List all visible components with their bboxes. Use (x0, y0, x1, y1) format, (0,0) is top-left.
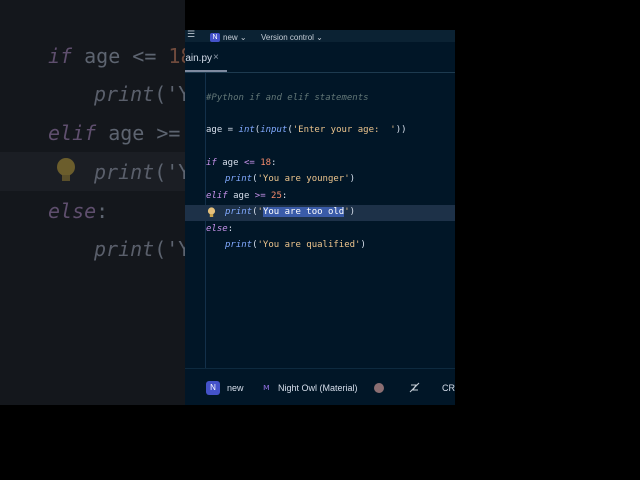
code-line-if: if age <= 18: (206, 158, 277, 168)
status-theme-name[interactable]: Night Owl (Material) (278, 383, 358, 393)
tab-main-py[interactable]: main.py × (185, 50, 227, 72)
code-line-print-too-old: print('You are too old') (225, 207, 356, 217)
lightbulb-icon[interactable] (207, 207, 216, 219)
editor-tab-bar: main.py × (185, 42, 455, 73)
ai-assistant-off-icon[interactable] (409, 382, 420, 393)
tab-label: main.py (185, 53, 213, 64)
code-editor[interactable]: #Python if and elif statements age = int… (185, 73, 455, 368)
title-bar: ☰ N new ⌄ Version control ⌄ (185, 30, 455, 42)
selected-text: You are too old (262, 207, 345, 217)
hamburger-icon[interactable]: ☰ (187, 31, 196, 40)
code-line-elif: elif age >= 25: (206, 191, 288, 201)
status-project-name[interactable]: new (227, 383, 244, 393)
background-line: if age <= 18 (48, 44, 185, 68)
code-line-input: age = int(input('Enter your age: ')) (206, 125, 407, 135)
code-line-print-younger: print('You are younger') (225, 174, 356, 184)
code-line-comment: #Python if and elif statements (206, 93, 369, 103)
status-project-badge[interactable]: N (206, 381, 220, 395)
background-bottom (0, 405, 185, 480)
version-control-menu[interactable]: Version control ⌄ (261, 33, 323, 42)
status-line-separator[interactable]: CR (442, 383, 455, 393)
background-line: elif age >= (48, 121, 181, 145)
ide-window: ☰ N new ⌄ Version control ⌄ main.py × #P… (185, 30, 455, 405)
background-zoomed-code: if age <= 18 print('Y elif age >= print(… (0, 0, 185, 480)
background-line: else: (48, 199, 109, 223)
background-line: print('Y (94, 160, 185, 184)
background-line: print('Y (94, 237, 185, 261)
project-switcher[interactable]: new ⌄ (223, 33, 247, 42)
status-bar: N new ᴍ Night Owl (Material) CR (185, 368, 455, 405)
close-icon[interactable]: × (213, 52, 219, 63)
code-line-print-qualified: print('You are qualified') (225, 240, 366, 250)
background-line: print('Y (94, 82, 185, 106)
code-line-else: else: (206, 224, 234, 234)
project-badge[interactable]: N (210, 33, 220, 42)
night-owl-icon: ᴍ (263, 383, 270, 393)
background-bulb-icon (57, 158, 75, 181)
status-indicator-icon[interactable] (374, 383, 384, 393)
background-right-band (455, 0, 640, 480)
